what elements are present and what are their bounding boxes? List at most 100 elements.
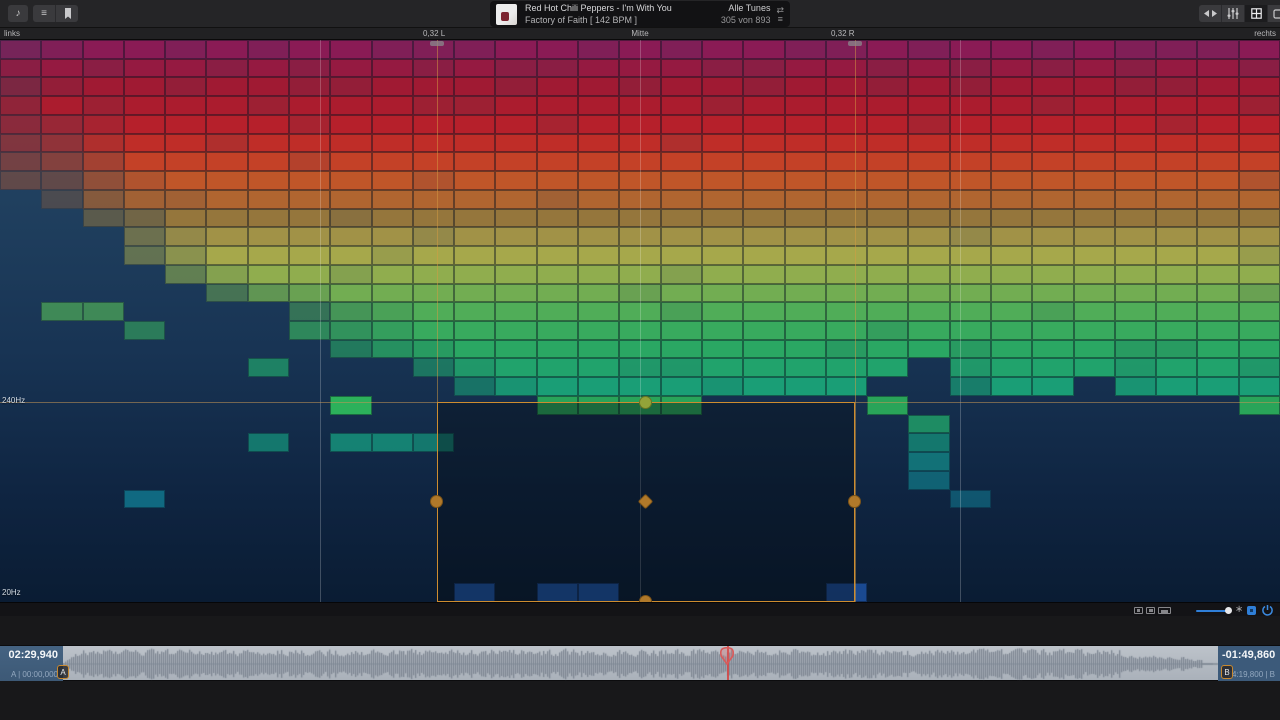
spectro-cell — [537, 171, 578, 190]
spectro-cell — [330, 396, 371, 415]
spectro-cell — [289, 284, 330, 303]
spectro-cell — [1197, 340, 1238, 359]
spectro-cell — [950, 321, 991, 340]
spectro-cell — [454, 96, 495, 115]
spectrum-zoom-handle[interactable] — [1225, 607, 1232, 614]
ruler-label-center: Mitte — [631, 29, 648, 38]
playhead-pin[interactable] — [719, 647, 735, 665]
right-view-segment — [1199, 5, 1280, 22]
spectro-cell — [826, 59, 867, 78]
now-playing-panel[interactable]: Red Hot Chili Peppers - I'm With You Fac… — [490, 1, 790, 27]
spectrogram-panel[interactable]: 240Hz 20Hz — [0, 40, 1280, 602]
spectro-cell — [743, 265, 784, 284]
spectro-cell — [248, 433, 289, 452]
spectro-cell — [661, 152, 702, 171]
spectro-cell — [289, 77, 330, 96]
spectro-cell — [1239, 265, 1280, 284]
spectro-cell — [1032, 321, 1073, 340]
isolate-active-button[interactable] — [1247, 606, 1256, 615]
spectro-cell — [1239, 190, 1280, 209]
spectro-cell — [1197, 190, 1238, 209]
shuffle-icon[interactable]: ⇄ — [776, 6, 784, 14]
right-marker-line[interactable] — [855, 40, 856, 602]
waveform-view-button[interactable] — [1199, 5, 1221, 22]
spectro-cell — [537, 302, 578, 321]
selection-handle-left[interactable] — [430, 495, 443, 508]
spectro-cell — [826, 190, 867, 209]
spectro-cell — [330, 59, 371, 78]
spectro-cell — [785, 115, 826, 134]
waveform-canvas[interactable] — [0, 646, 1280, 682]
spectro-cell — [165, 190, 206, 209]
spectro-cell — [826, 340, 867, 359]
spectro-cell — [248, 246, 289, 265]
spectro-cell — [661, 265, 702, 284]
top-toolbar: ♪ ≡ Red Hot Chili Peppers - I'm With You… — [0, 0, 1280, 28]
spectro-cell — [1156, 321, 1197, 340]
spectro-cell — [248, 284, 289, 303]
spectro-cell — [1239, 227, 1280, 246]
spectro-cell — [1074, 152, 1115, 171]
spectro-cell — [1156, 152, 1197, 171]
spectro-cell — [0, 59, 41, 78]
spectrum-view-button[interactable] — [1245, 5, 1267, 22]
spectro-cell — [1074, 59, 1115, 78]
spectro-cell — [578, 190, 619, 209]
waveform-overview[interactable]: 02:29,940 A | 00:00,000 -01:49,860 04:19… — [0, 645, 1280, 681]
spectro-cell — [1197, 321, 1238, 340]
spectro-cell — [826, 115, 867, 134]
spectro-cell — [495, 134, 536, 153]
spectro-cell — [867, 171, 908, 190]
spectro-cell — [1239, 377, 1280, 396]
power-toggle[interactable] — [1262, 605, 1273, 616]
spectro-cell — [537, 358, 578, 377]
display-view-button[interactable] — [1268, 5, 1280, 22]
eq-view-button[interactable] — [1222, 5, 1244, 22]
marker-b-tag[interactable]: B — [1221, 665, 1233, 679]
spectro-cell — [991, 209, 1032, 228]
spectro-cell — [908, 171, 949, 190]
selection-handle-top[interactable] — [639, 396, 652, 409]
spectro-cell — [454, 302, 495, 321]
spectro-cell — [1115, 190, 1156, 209]
spectro-cell — [661, 40, 702, 59]
spectro-cell — [1197, 358, 1238, 377]
spectro-cell — [495, 171, 536, 190]
spectro-cell — [991, 115, 1032, 134]
snap-icon[interactable]: ∗ — [1235, 604, 1243, 615]
spectro-cell — [413, 246, 454, 265]
spectro-cell — [0, 40, 41, 59]
spectro-cell — [743, 302, 784, 321]
spectro-cell — [165, 96, 206, 115]
ruler-value-right[interactable]: 0,32 R — [831, 29, 855, 38]
spectro-cell — [702, 302, 743, 321]
note-size-medium-button[interactable] — [1146, 607, 1155, 614]
spectro-cell — [1156, 171, 1197, 190]
spectrum-zoom-slider[interactable] — [1196, 610, 1228, 612]
spectro-cell — [495, 284, 536, 303]
bookmark-button[interactable] — [56, 5, 78, 22]
spectro-cell — [206, 77, 247, 96]
spectro-cell — [991, 96, 1032, 115]
note-size-small-button[interactable] — [1134, 607, 1143, 614]
spectro-cell — [1197, 265, 1238, 284]
queue-list-button[interactable]: ≡ — [33, 5, 55, 22]
left-marker-grip[interactable] — [430, 41, 444, 46]
selection-handle-right[interactable] — [848, 495, 861, 508]
spectro-cell — [908, 209, 949, 228]
note-size-wide-button[interactable] — [1158, 607, 1171, 614]
spectro-cell — [991, 227, 1032, 246]
ruler-value-left[interactable]: 0,32 L — [423, 29, 445, 38]
spectro-cell — [785, 40, 826, 59]
spectro-cell — [454, 152, 495, 171]
spectro-cell — [372, 246, 413, 265]
spectro-cell — [991, 40, 1032, 59]
queue-icon[interactable]: ≡ — [778, 15, 783, 23]
spectro-cell — [826, 96, 867, 115]
right-marker-grip[interactable] — [848, 41, 862, 46]
selection-handle-bottom[interactable] — [639, 595, 652, 602]
spectro-cell — [413, 265, 454, 284]
song-list-button[interactable]: ♪ — [8, 5, 28, 22]
spectro-cell — [454, 265, 495, 284]
marker-a-tag[interactable]: A — [57, 665, 69, 679]
